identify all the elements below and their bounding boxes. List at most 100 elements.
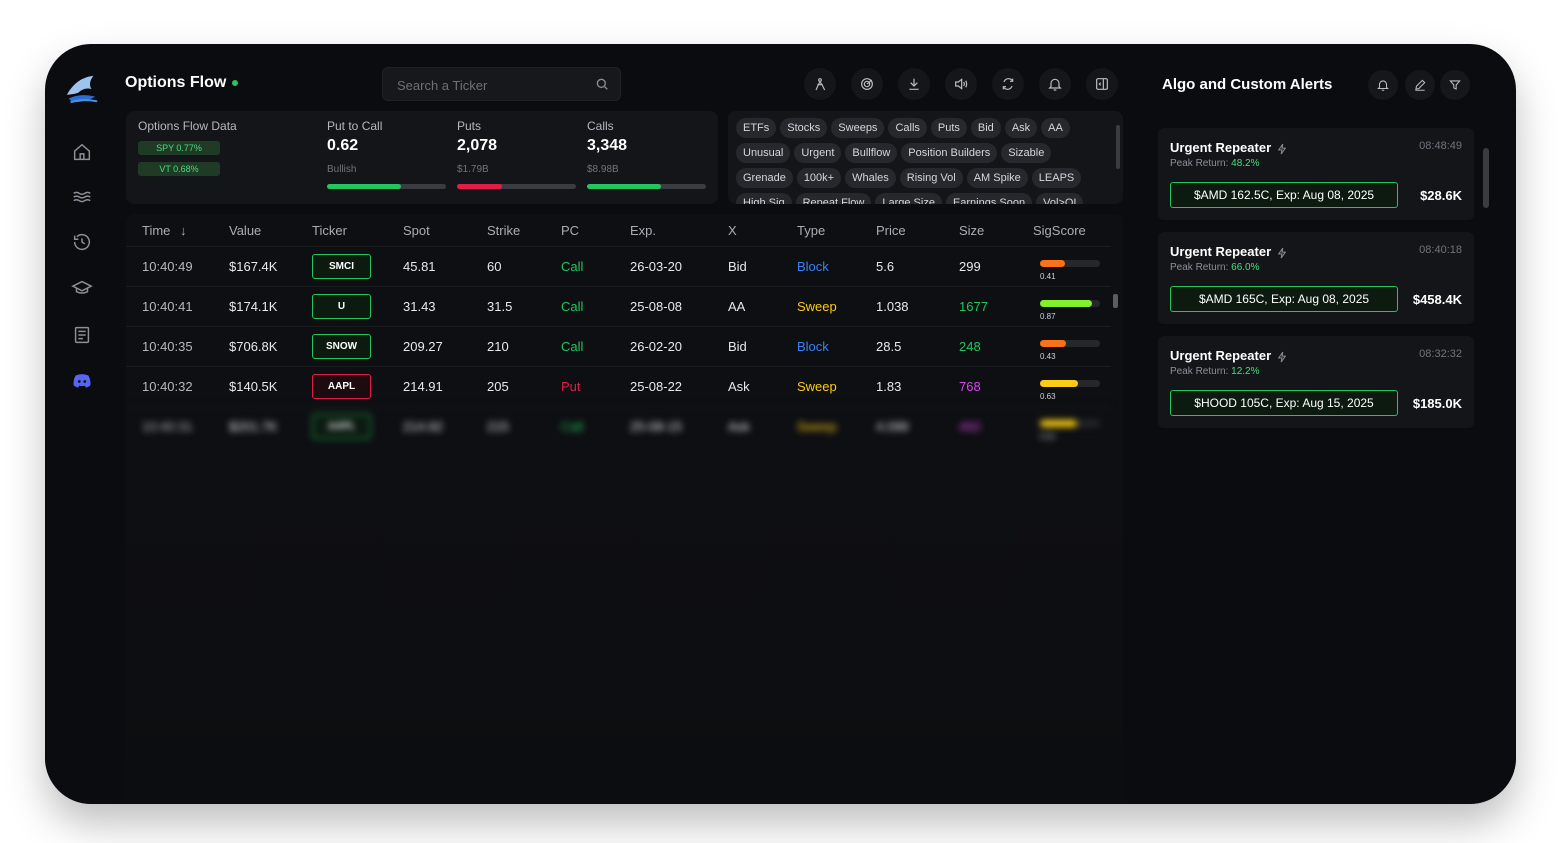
home-icon[interactable] <box>71 141 93 163</box>
sort-down-icon[interactable]: ↓ <box>180 223 187 238</box>
alert-contract[interactable]: $HOOD 105C, Exp: Aug 15, 2025 <box>1170 390 1398 416</box>
filter-chip[interactable]: Unusual <box>736 143 791 163</box>
filter-chip[interactable]: Position Builders <box>901 143 998 163</box>
filter-chip[interactable]: AA <box>1041 118 1070 138</box>
table-row[interactable]: 10:40:31 $201.7K 214.92 215 Call 25-08-15 Ask S… <box>126 406 1111 447</box>
filter-chip[interactable]: ETFs <box>736 118 777 138</box>
ticker-badge[interactable]: U <box>312 294 371 319</box>
row-time: 10:40:41 <box>142 299 193 314</box>
puts-premium: $1.79B <box>457 164 489 175</box>
ticker-badge[interactable]: SMCI <box>312 254 371 279</box>
table-header: Time ↓ Value Ticker Spot Strike PC Exp. … <box>126 214 1123 246</box>
filter-icon[interactable] <box>1440 70 1470 100</box>
filter-chip[interactable]: Sizable <box>1001 143 1052 163</box>
download-icon[interactable] <box>898 68 930 100</box>
shark-logo-icon[interactable] <box>63 70 101 108</box>
alert-peak-return: Peak Return: 48.2% <box>1170 158 1260 169</box>
put-call-sentiment: Bullish <box>327 164 357 175</box>
table-row[interactable]: 10:40:32 $140.5K 214.91 205 Put 25-08-22 Ask Sw… <box>126 366 1111 407</box>
refresh-icon[interactable] <box>992 68 1024 100</box>
row-spot: 31.43 <box>403 299 436 314</box>
col-price[interactable]: Price <box>876 223 906 238</box>
filter-chip[interactable]: AM Spike <box>966 168 1028 188</box>
filter-chip[interactable]: Repeat Flow <box>795 193 872 204</box>
alerts-bell-icon[interactable] <box>1368 70 1398 100</box>
ticker-badge[interactable]: AAPL <box>312 414 371 439</box>
table-scrollbar[interactable] <box>1113 294 1118 308</box>
filter-chip[interactable]: Calls <box>888 118 927 138</box>
filter-chip[interactable]: Stocks <box>780 118 828 138</box>
row-value: $201.7K <box>229 419 278 434</box>
edit-icon[interactable] <box>1405 70 1435 100</box>
filter-chip[interactable]: Whales <box>845 168 896 188</box>
search-box[interactable] <box>382 67 621 102</box>
person-icon[interactable] <box>804 68 836 100</box>
filter-chip[interactable]: Vol>OI <box>1036 193 1084 204</box>
panel-icon[interactable] <box>1086 68 1118 100</box>
row-pc: Call <box>561 339 584 354</box>
filter-chip[interactable]: Earnings Soon <box>945 193 1033 204</box>
filter-chip[interactable]: 100k+ <box>796 168 842 188</box>
history-icon[interactable] <box>71 231 93 253</box>
alert-card[interactable]: Urgent Repeater 08:40:18 Peak Return: 66.0… <box>1158 232 1474 324</box>
row-type: Block <box>797 339 829 354</box>
alert-contract[interactable]: $AMD 162.5C, Exp: Aug 08, 2025 <box>1170 182 1398 208</box>
ticker-badge[interactable]: SNOW <box>312 334 371 359</box>
filter-chip[interactable]: Ask <box>1004 118 1038 138</box>
filter-chip[interactable]: Bid <box>970 118 1001 138</box>
filter-chip[interactable]: Puts <box>930 118 967 138</box>
row-pc: Call <box>561 419 584 434</box>
col-time[interactable]: Time ↓ <box>142 223 187 238</box>
col-spot[interactable]: Spot <box>403 223 430 238</box>
search-input[interactable] <box>395 68 589 102</box>
alert-card[interactable]: Urgent Repeater 08:48:49 Peak Return: 48.2… <box>1158 128 1474 220</box>
discord-icon[interactable] <box>71 370 93 392</box>
filter-chip[interactable]: Grenade <box>736 168 793 188</box>
table-row[interactable]: 10:40:41 $174.1K 31.43 31.5 Call 25-08-08 AA Sw… <box>126 286 1111 327</box>
spy-badge: SPY 0.77% <box>138 141 220 155</box>
row-spot: 209.27 <box>403 339 443 354</box>
volume-icon[interactable] <box>945 68 977 100</box>
ticker-badge[interactable]: AAPL <box>312 374 371 399</box>
filter-chip[interactable]: High Sig <box>736 193 792 204</box>
filter-chip[interactable]: LEAPS <box>1031 168 1082 188</box>
row-size: 768 <box>959 379 981 394</box>
alert-title: Urgent Repeater <box>1170 244 1287 259</box>
col-strike[interactable]: Strike <box>487 223 520 238</box>
col-sigscore[interactable]: SigScore <box>1033 223 1086 238</box>
col-value[interactable]: Value <box>229 223 261 238</box>
row-exp: 25-08-15 <box>630 419 683 434</box>
filter-chip[interactable]: Bullflow <box>845 143 898 163</box>
row-pc: Call <box>561 299 584 314</box>
col-type[interactable]: Type <box>797 223 825 238</box>
search-icon[interactable] <box>594 76 610 92</box>
col-pc[interactable]: PC <box>561 223 579 238</box>
table-row[interactable]: 10:40:49 $167.4K 45.81 60 Call 26-03-20 Bid Blo… <box>126 246 1111 287</box>
filter-chip[interactable]: Rising Vol <box>899 168 963 188</box>
put-call-bar <box>327 184 446 189</box>
alert-contract[interactable]: $AMD 165C, Exp: Aug 08, 2025 <box>1170 286 1398 312</box>
alerts-scrollbar[interactable] <box>1482 118 1490 804</box>
filter-chip[interactable]: Large Size <box>875 193 942 204</box>
graduation-cap-icon[interactable] <box>71 277 93 299</box>
news-icon[interactable] <box>71 324 93 346</box>
bell-icon[interactable] <box>1039 68 1071 100</box>
sigscore-bar <box>1040 300 1100 307</box>
col-ticker[interactable]: Ticker <box>312 223 347 238</box>
table-row[interactable]: 10:40:35 $706.8K 209.27 210 Call 26-02-20 Bid B… <box>126 326 1111 367</box>
alert-card[interactable]: Urgent Repeater 08:32:32 Peak Return: 12.2… <box>1158 336 1474 428</box>
filter-chip[interactable]: Sweeps <box>831 118 885 138</box>
lightning-icon <box>1277 247 1287 258</box>
row-value: $706.8K <box>229 339 278 354</box>
chips-scrollbar[interactable] <box>1116 125 1120 169</box>
col-size[interactable]: Size <box>959 223 984 238</box>
radar-icon[interactable] <box>851 68 883 100</box>
waves-icon[interactable] <box>71 186 93 208</box>
filter-chip[interactable]: Urgent <box>794 143 842 163</box>
alert-time: 08:48:49 <box>1419 140 1462 152</box>
col-x[interactable]: X <box>728 223 737 238</box>
col-exp[interactable]: Exp. <box>630 223 656 238</box>
row-strike: 205 <box>487 379 509 394</box>
row-price: 4.099 <box>876 419 909 434</box>
vt-badge: VT 0.68% <box>138 162 220 176</box>
